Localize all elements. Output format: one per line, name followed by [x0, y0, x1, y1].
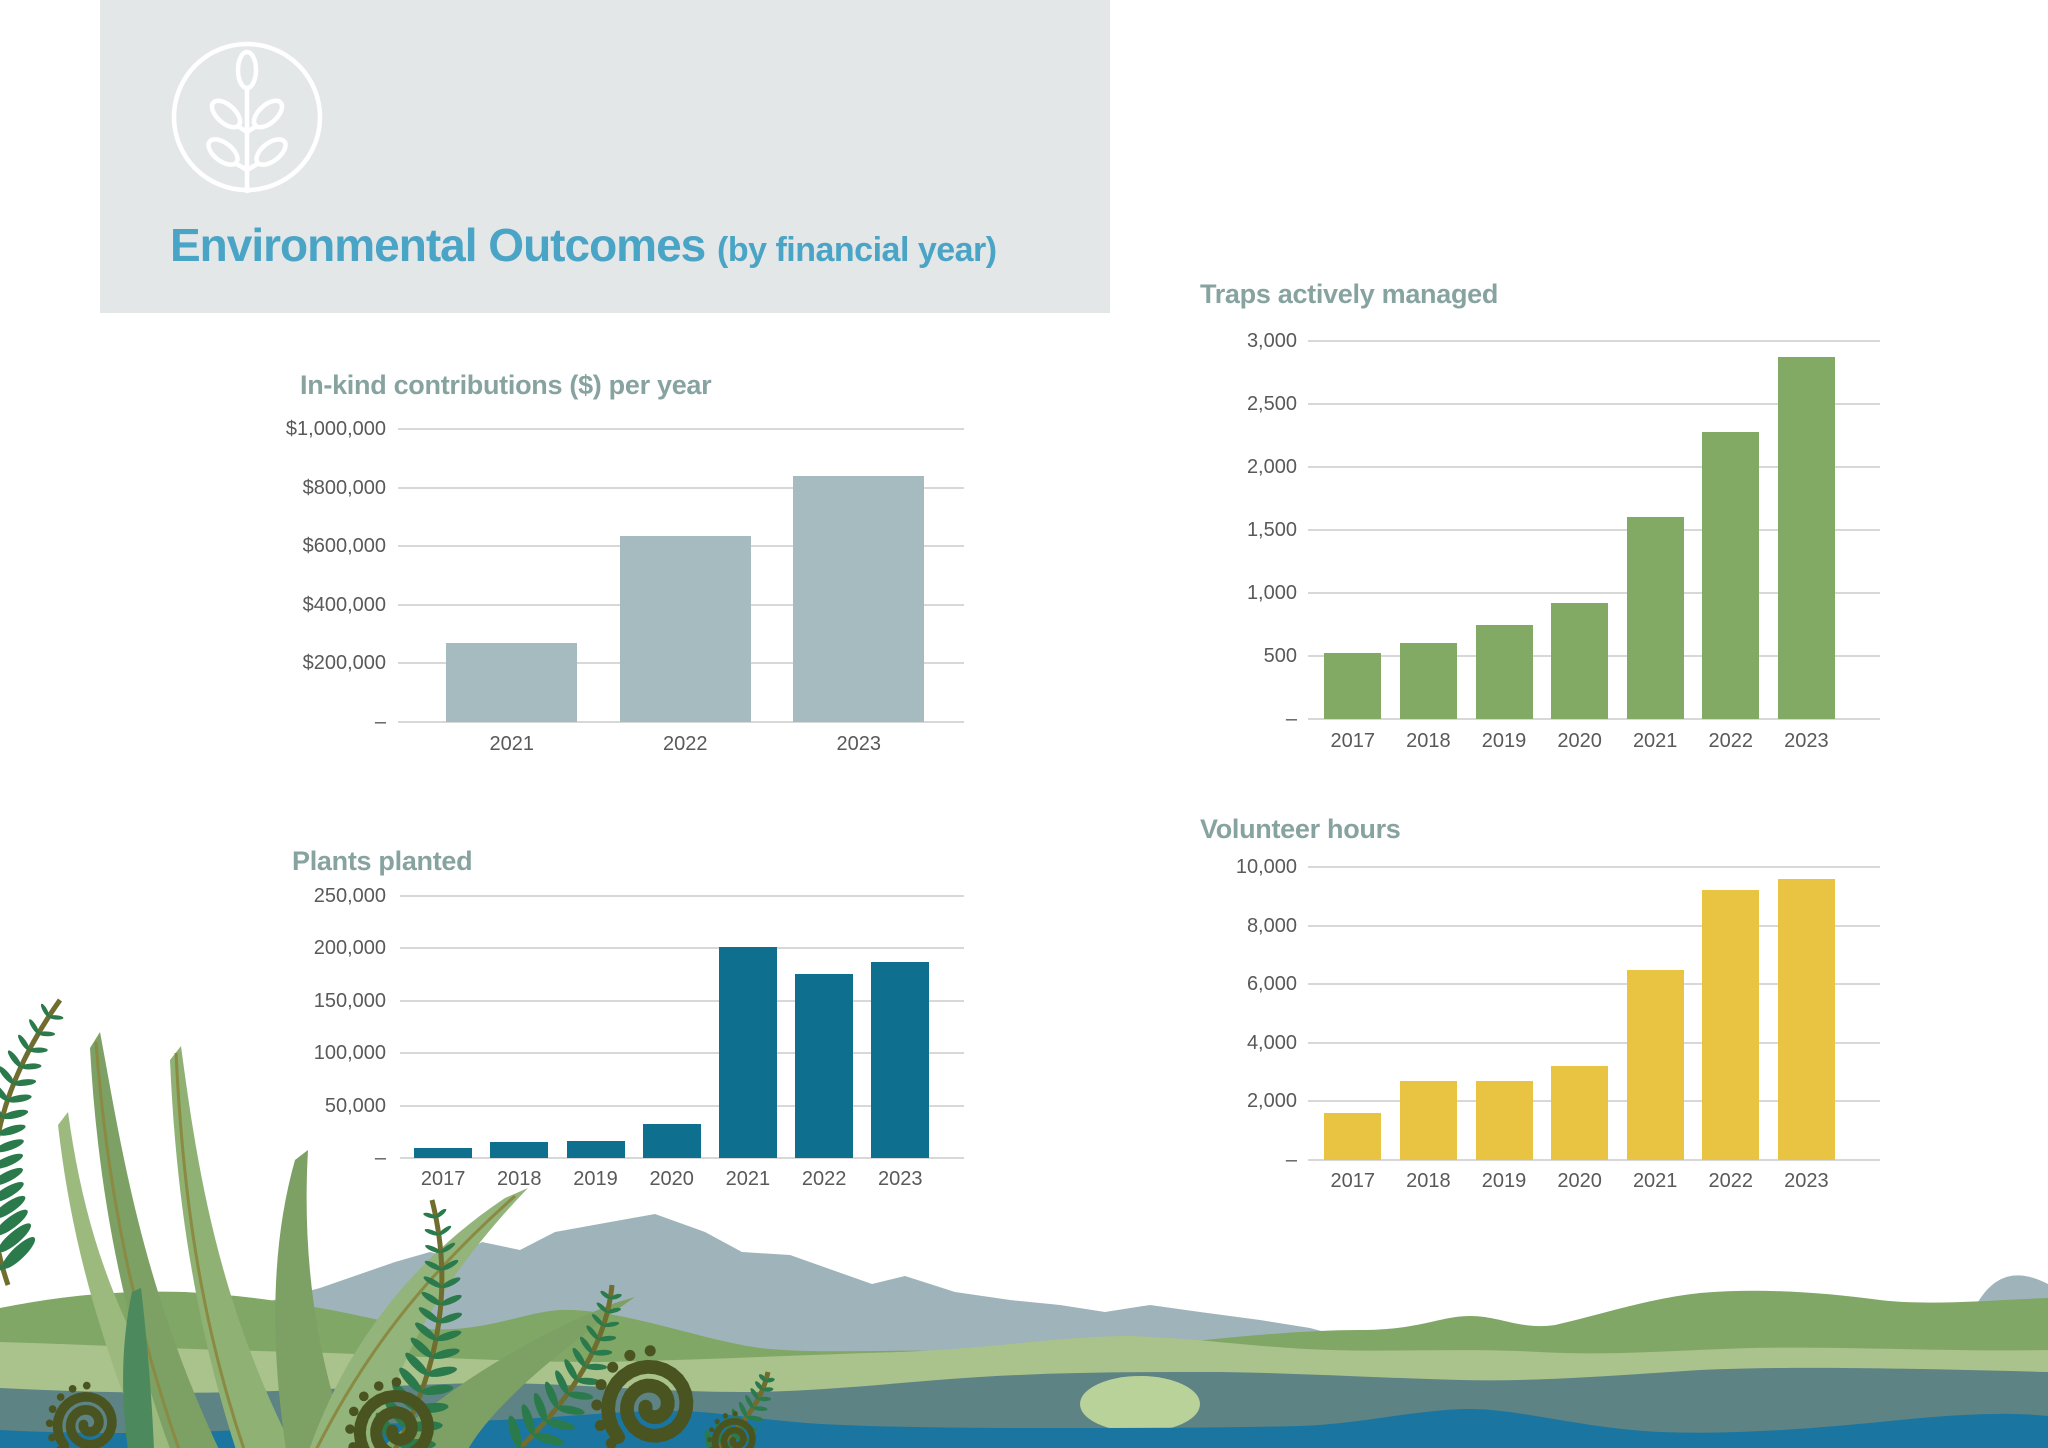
bar	[1476, 1081, 1533, 1160]
y-axis-tick-label: $600,000	[206, 533, 386, 559]
bar	[446, 643, 577, 722]
bar	[1476, 625, 1533, 720]
x-axis-tick-label: 2023	[1761, 730, 1851, 753]
mountain-range-illustration	[150, 1214, 2048, 1448]
chart-gridline	[400, 895, 964, 897]
bar	[414, 1148, 472, 1158]
bar	[1324, 1113, 1381, 1160]
y-axis-tick-label: –	[206, 1145, 386, 1171]
y-axis-tick-label: 2,000	[1117, 1088, 1297, 1114]
koru-spiral-illustration	[46, 1345, 753, 1448]
page-title: Environmental Outcomes (by financial yea…	[170, 218, 997, 272]
chart-gridline	[1308, 866, 1880, 868]
bar	[871, 962, 929, 1158]
chart-gridline	[400, 947, 964, 949]
bar	[1400, 643, 1457, 719]
y-axis-tick-label: 10,000	[1117, 854, 1297, 880]
y-axis-tick-label: 250,000	[206, 883, 386, 909]
x-axis-tick-label: 2023	[855, 1168, 945, 1191]
bar	[1778, 879, 1835, 1160]
bar	[643, 1124, 701, 1158]
bar	[795, 974, 853, 1158]
y-axis-tick-label: $800,000	[206, 475, 386, 501]
chart-title-plants: Plants planted	[292, 846, 472, 877]
page-title-text: Environmental Outcomes	[170, 219, 705, 271]
chart-gridline	[398, 428, 964, 430]
bar	[1324, 653, 1381, 719]
y-axis-tick-label: –	[206, 709, 386, 735]
bar	[1627, 517, 1684, 719]
y-axis-tick-label: 500	[1117, 643, 1297, 669]
y-axis-tick-label: $200,000	[206, 650, 386, 676]
bar	[567, 1141, 625, 1158]
bar	[490, 1142, 548, 1158]
page-subtitle: (by financial year)	[717, 231, 997, 269]
bar	[1627, 970, 1684, 1160]
y-axis-tick-label: 2,000	[1117, 454, 1297, 480]
y-axis-tick-label: $400,000	[206, 592, 386, 618]
y-axis-tick-label: 3,000	[1117, 328, 1297, 354]
hill-reflection-illustration	[1080, 1376, 1200, 1432]
y-axis-tick-label: 150,000	[206, 988, 386, 1014]
fern-frond-illustration	[0, 1000, 64, 1285]
bar	[719, 947, 777, 1158]
bar	[793, 476, 924, 722]
y-axis-tick-label: 100,000	[206, 1040, 386, 1066]
y-axis-tick-label: 200,000	[206, 935, 386, 961]
y-axis-tick-label: 50,000	[206, 1093, 386, 1119]
x-axis-tick-label: 2023	[1761, 1170, 1851, 1193]
y-axis-tick-label: 1,500	[1117, 517, 1297, 543]
y-axis-tick-label: –	[1117, 1147, 1297, 1173]
y-axis-tick-label: –	[1117, 706, 1297, 732]
fern-frond-illustration	[372, 1200, 775, 1448]
y-axis-tick-label: 8,000	[1117, 913, 1297, 939]
infographic-canvas: Environmental Outcomes (by financial yea…	[0, 0, 2048, 1448]
chart-title-traps: Traps actively managed	[1200, 279, 1498, 310]
y-axis-tick-label: 1,000	[1117, 580, 1297, 606]
x-axis-tick-label: 2021	[467, 733, 557, 756]
bar	[1702, 432, 1759, 719]
bar	[1778, 357, 1835, 719]
y-axis-tick-label: 4,000	[1117, 1030, 1297, 1056]
x-axis-tick-label: 2023	[814, 733, 904, 756]
bar	[1400, 1081, 1457, 1160]
water-illustration	[0, 1409, 2048, 1448]
y-axis-tick-label: 6,000	[1117, 971, 1297, 997]
y-axis-tick-label: 2,500	[1117, 391, 1297, 417]
chart-gridline	[1308, 340, 1880, 342]
bar	[620, 536, 751, 722]
y-axis-tick-label: $1,000,000	[206, 416, 386, 442]
x-axis-tick-label: 2022	[640, 733, 730, 756]
bar	[1702, 890, 1759, 1160]
chart-title-volunteer: Volunteer hours	[1200, 814, 1401, 845]
bar	[1551, 1066, 1608, 1160]
chart-title-inkind: In-kind contributions ($) per year	[300, 370, 711, 401]
hills-illustration	[0, 1291, 2048, 1448]
bar	[1551, 603, 1608, 719]
